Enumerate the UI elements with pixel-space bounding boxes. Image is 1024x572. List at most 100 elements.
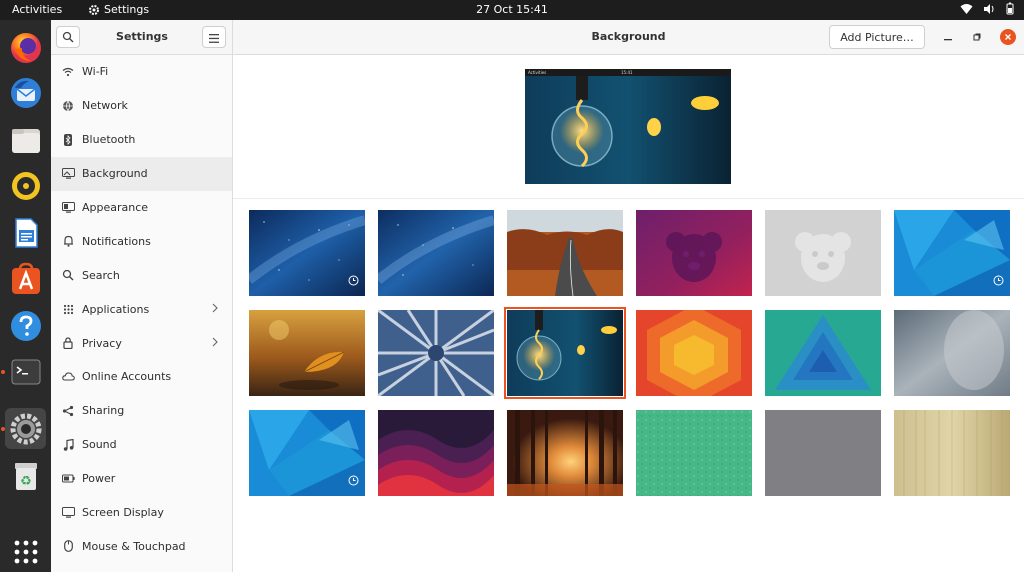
sidebar-item-label: Power xyxy=(82,472,116,486)
settings-icon[interactable] xyxy=(5,408,46,449)
sidebar-item-mouse-touchpad[interactable]: Mouse & Touchpad xyxy=(51,529,232,563)
sidebar-item-bluetooth[interactable]: Bluetooth xyxy=(51,123,232,157)
time-of-day-icon xyxy=(993,271,1004,290)
dock: ♻ xyxy=(0,20,51,572)
files-icon[interactable] xyxy=(5,119,46,160)
sidebar-item-label: Search xyxy=(82,268,120,282)
volume-icon xyxy=(983,3,996,15)
sidebar-item-label: Online Accounts xyxy=(82,370,172,384)
wallpaper-thumb[interactable] xyxy=(894,310,1010,396)
wallpaper-thumb[interactable] xyxy=(249,310,365,396)
preview-wallpaper xyxy=(525,76,731,184)
cloud-icon xyxy=(61,370,75,384)
chevron-right-icon xyxy=(212,337,218,350)
wallpaper-thumb[interactable] xyxy=(378,210,494,296)
app-center-icon[interactable] xyxy=(5,258,46,299)
wallpaper-thumb-selected[interactable] xyxy=(504,307,626,399)
sidebar-item-privacy[interactable]: Privacy xyxy=(51,326,232,360)
wallpaper-thumb[interactable] xyxy=(636,210,752,296)
running-indicator xyxy=(1,427,5,431)
app-grid-icon[interactable] xyxy=(5,531,46,572)
preview-activities-label: Activities xyxy=(528,70,547,75)
sidebar-item-label: Sound xyxy=(82,438,117,452)
system-tray[interactable] xyxy=(960,2,1014,15)
time-of-day-icon xyxy=(348,471,359,490)
sidebar-item-sharing[interactable]: Sharing xyxy=(51,394,232,428)
preview-top-bar: Activities 15:41 xyxy=(525,69,731,76)
sidebar-item-network[interactable]: Network xyxy=(51,89,232,123)
wallpaper-thumb[interactable] xyxy=(636,310,752,396)
settings-sidebar: Settings Wi-Fi Network Bluetooth Backgro… xyxy=(51,20,233,572)
terminal-icon[interactable] xyxy=(5,351,46,392)
preview-clock: 15:41 xyxy=(621,70,633,75)
apps-icon xyxy=(61,302,75,316)
writer-icon[interactable] xyxy=(5,212,46,253)
sidebar-header: Settings xyxy=(51,20,232,55)
sidebar-item-appearance[interactable]: Appearance xyxy=(51,191,232,225)
music-note-icon xyxy=(61,438,75,452)
app-menu-label: Settings xyxy=(104,3,150,16)
wallpaper-thumb[interactable] xyxy=(249,410,365,496)
wifi-icon xyxy=(960,3,973,15)
trash-icon[interactable]: ♻ xyxy=(5,455,46,496)
help-icon[interactable] xyxy=(5,305,46,346)
section-divider xyxy=(233,198,1024,199)
sidebar-item-wifi[interactable]: Wi-Fi xyxy=(51,55,232,89)
clock[interactable]: 27 Oct 15:41 xyxy=(0,3,1024,16)
thunderbird-icon[interactable] xyxy=(5,72,46,113)
appearance-icon xyxy=(61,201,75,215)
wallpaper-thumb[interactable] xyxy=(765,410,881,496)
sidebar-item-label: Mouse & Touchpad xyxy=(82,539,186,553)
wallpaper-thumb[interactable] xyxy=(894,210,1010,296)
sidebar-item-label: Privacy xyxy=(82,336,122,350)
minimize-icon[interactable] xyxy=(940,29,956,45)
hamburger-icon xyxy=(209,28,219,47)
time-of-day-icon xyxy=(348,271,359,290)
menu-button[interactable] xyxy=(202,26,226,48)
sidebar-item-label: Notifications xyxy=(82,234,151,248)
close-icon[interactable] xyxy=(1000,29,1016,45)
header-bar: Background Add Picture… xyxy=(233,20,1024,55)
app-menu[interactable]: Settings xyxy=(88,3,149,16)
background-panel: Background Add Picture… Activities 15:41 xyxy=(233,20,1024,572)
sidebar-item-label: Sharing xyxy=(82,404,125,418)
wallpaper-thumb[interactable] xyxy=(507,410,623,496)
lock-icon xyxy=(61,336,75,350)
wallpaper-thumb[interactable] xyxy=(378,310,494,396)
display-icon xyxy=(61,506,75,520)
maximize-icon[interactable] xyxy=(969,29,985,45)
sidebar-item-screen-display[interactable]: Screen Display xyxy=(51,496,232,530)
bluetooth-icon xyxy=(61,133,75,147)
background-icon xyxy=(61,167,75,181)
sidebar-item-applications[interactable]: Applications xyxy=(51,292,232,326)
firefox-icon[interactable] xyxy=(5,27,46,68)
sidebar-item-label: Screen Display xyxy=(82,506,164,520)
sidebar-item-power[interactable]: Power xyxy=(51,462,232,496)
wallpaper-thumb[interactable] xyxy=(636,410,752,496)
sidebar-item-background[interactable]: Background xyxy=(51,156,232,191)
settings-gear-icon xyxy=(88,4,100,16)
sidebar-item-label: Applications xyxy=(82,302,150,316)
battery-icon xyxy=(1006,2,1014,15)
add-picture-button[interactable]: Add Picture… xyxy=(829,25,925,49)
wallpaper-thumb[interactable] xyxy=(378,410,494,496)
rhythmbox-icon[interactable] xyxy=(5,165,46,206)
sidebar-item-online-accounts[interactable]: Online Accounts xyxy=(51,360,232,394)
chevron-right-icon xyxy=(212,303,218,316)
sidebar-item-notifications[interactable]: Notifications xyxy=(51,224,232,258)
sidebar-item-label: Background xyxy=(82,167,148,181)
share-icon xyxy=(61,404,75,418)
wallpaper-thumb[interactable] xyxy=(765,210,881,296)
wallpaper-thumb[interactable] xyxy=(249,210,365,296)
sidebar-item-label: Network xyxy=(82,99,128,113)
sidebar-item-label: Bluetooth xyxy=(82,133,136,147)
wallpaper-thumb[interactable] xyxy=(894,410,1010,496)
mouse-icon xyxy=(61,539,75,553)
activities-button[interactable]: Activities xyxy=(12,3,62,16)
search-icon xyxy=(61,268,75,282)
wallpaper-thumb[interactable] xyxy=(507,210,623,296)
wallpaper-thumb[interactable] xyxy=(765,310,881,396)
sidebar-item-search[interactable]: Search xyxy=(51,258,232,292)
sidebar-item-sound[interactable]: Sound xyxy=(51,428,232,462)
wifi-icon xyxy=(61,65,75,79)
